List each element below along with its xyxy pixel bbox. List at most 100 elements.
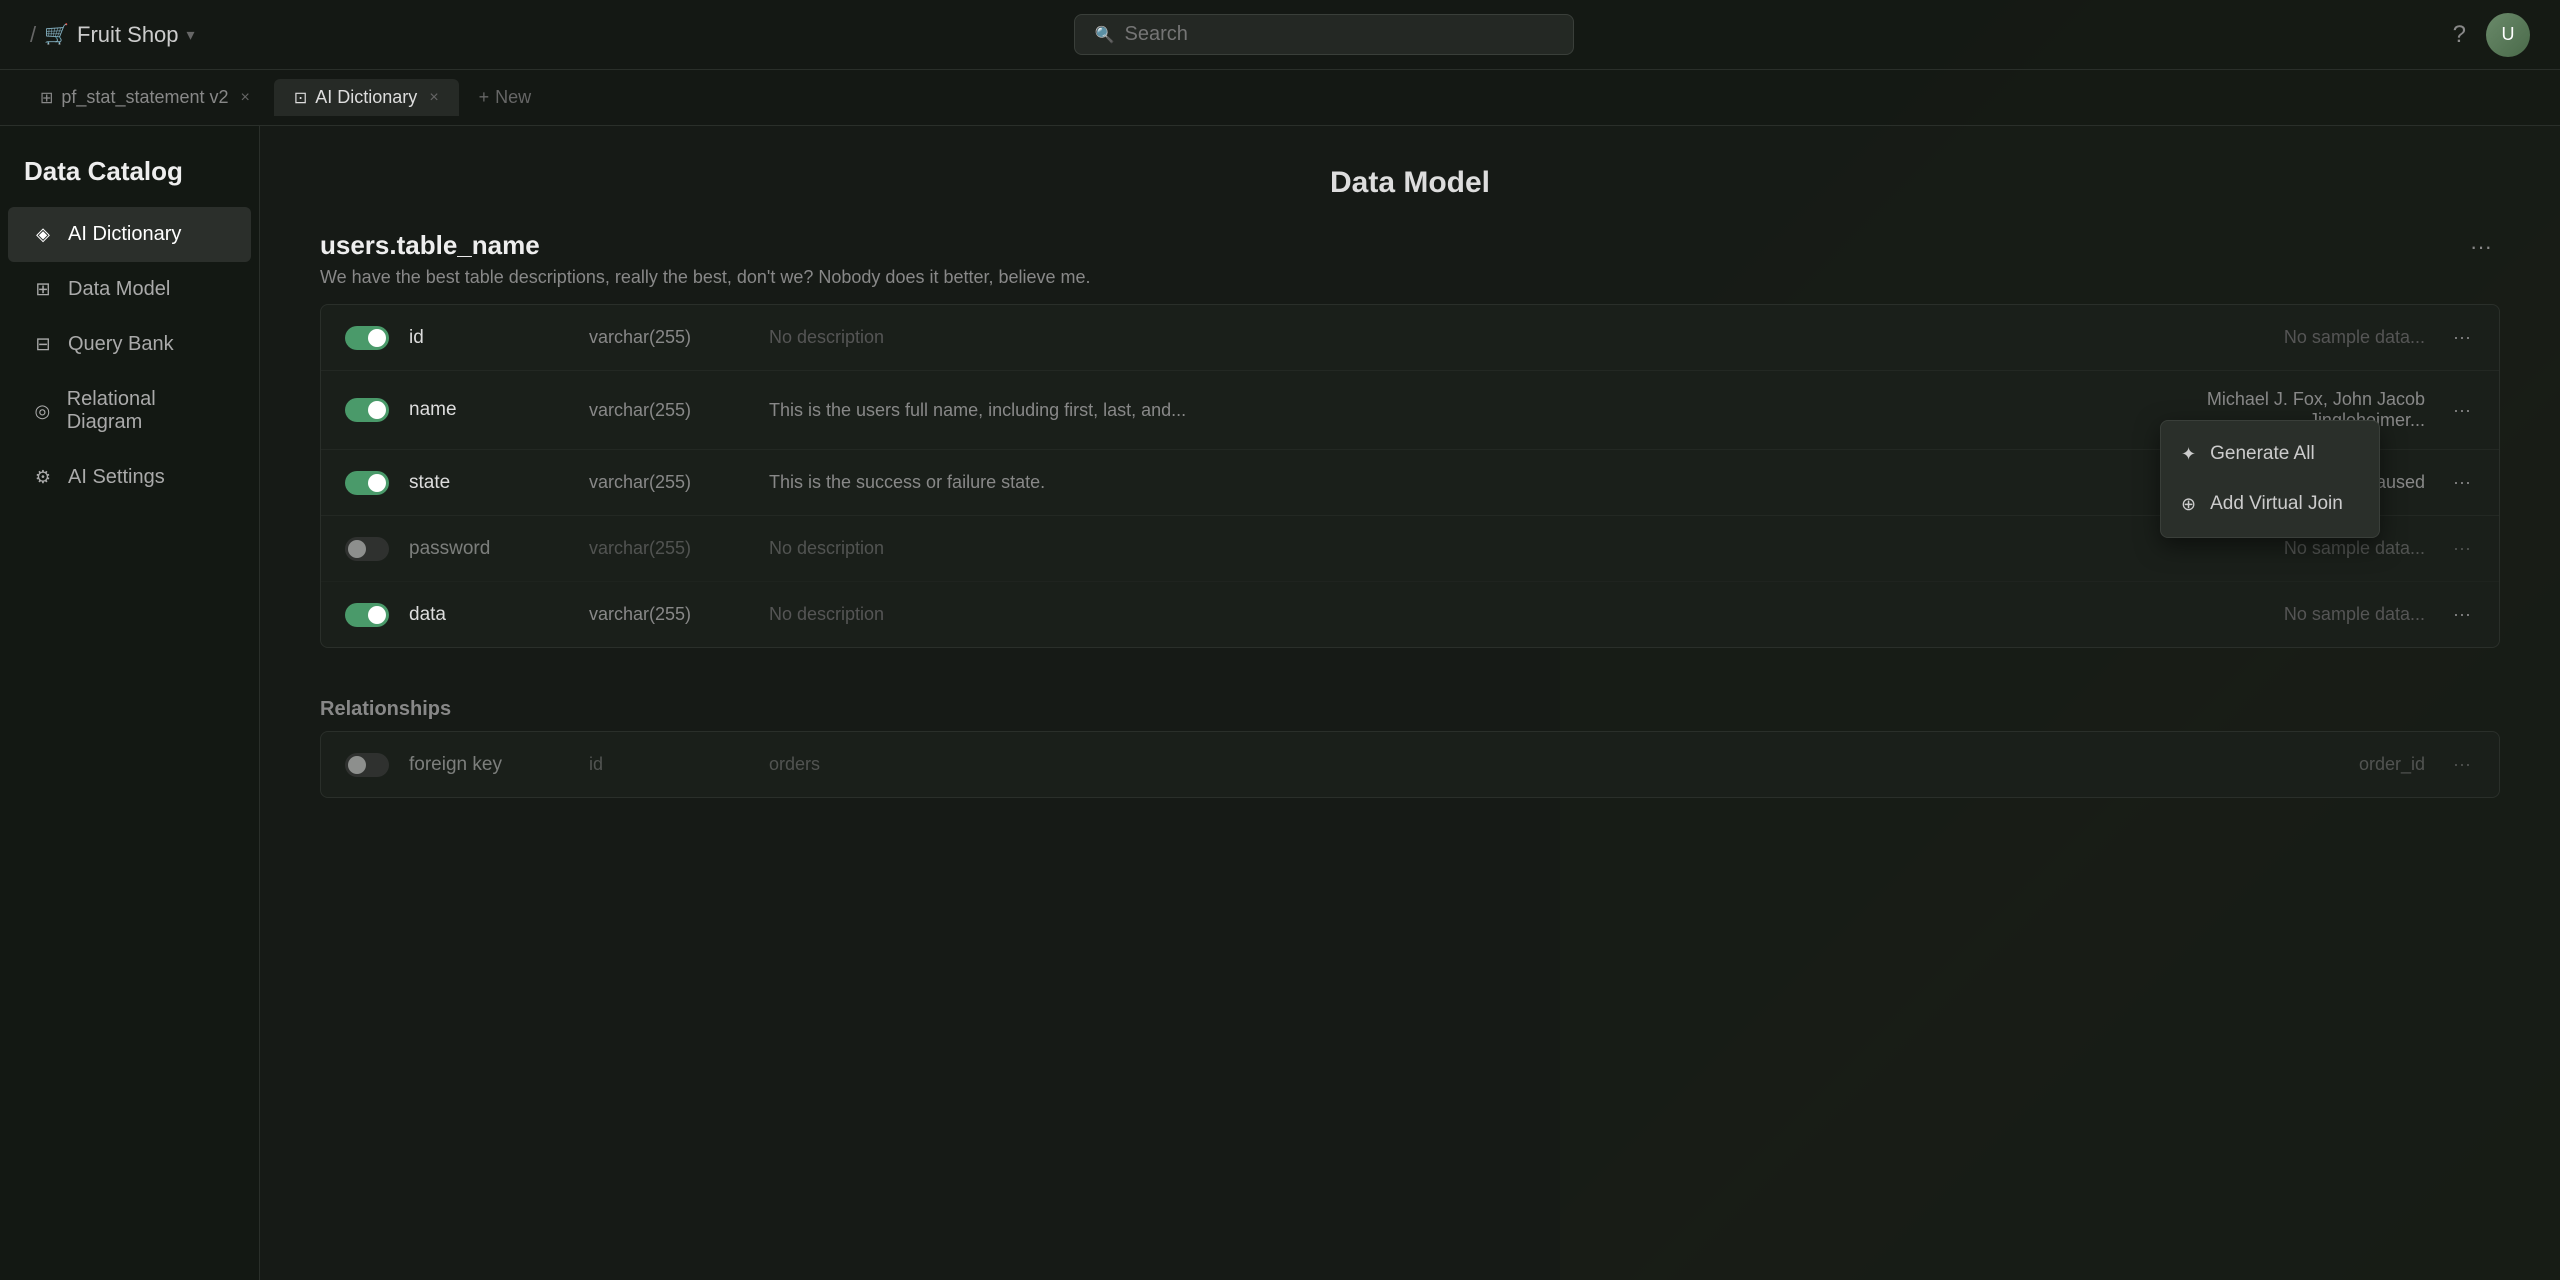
table-row: data varchar(255) No description No samp…: [321, 582, 2499, 647]
sidebar-item-data-model[interactable]: ⊞ Data Model: [8, 262, 251, 317]
col-desc-foreign-key: orders: [769, 754, 2105, 775]
ai-settings-icon: ⚙: [32, 467, 54, 488]
dropdown-label-generate-all: Generate All: [2210, 443, 2315, 465]
search-bar[interactable]: 🔍: [1074, 14, 1574, 55]
toggle-data[interactable]: [345, 603, 389, 627]
ai-dictionary-icon: ◈: [32, 224, 54, 245]
sidebar-label-relational-diagram: Relational Diagram: [67, 388, 227, 434]
tab-icon-ai-dictionary: ⊡: [294, 88, 307, 108]
col-name-id: id: [409, 327, 569, 349]
row-more-button-password[interactable]: ···: [2445, 534, 2479, 563]
col-desc-data: No description: [769, 604, 2105, 625]
workspace-selector[interactable]: 🛒 Fruit Shop ▾: [44, 22, 194, 48]
col-more-name[interactable]: ···: [2445, 396, 2475, 425]
sidebar: Data Catalog ◈ AI Dictionary ⊞ Data Mode…: [0, 126, 260, 1280]
relationships-section: Relationships foreign key id orders orde…: [320, 678, 2500, 798]
row-more-button-foreign-key[interactable]: ···: [2445, 750, 2479, 779]
tab-new-icon: +: [479, 87, 490, 108]
dropdown-item-add-virtual-join[interactable]: ⊕ Add Virtual Join: [2161, 479, 2379, 529]
toggle-state[interactable]: [345, 471, 389, 495]
sidebar-item-relational-diagram[interactable]: ◎ Relational Diagram: [8, 372, 251, 450]
relationships-table: foreign key id orders order_id ···: [320, 731, 2500, 798]
main-content: Data Model users.table_name We have the …: [260, 126, 2560, 1280]
col-more-foreign-key[interactable]: ···: [2445, 750, 2475, 779]
relational-diagram-icon: ◎: [32, 401, 53, 422]
topbar: / 🛒 Fruit Shop ▾ 🔍 ? U: [0, 0, 2560, 70]
col-name-foreign-key: foreign key: [409, 754, 569, 776]
table-row: id varchar(255) No description No sample…: [321, 305, 2499, 371]
tab-ai-dictionary[interactable]: ⊡ AI Dictionary ×: [274, 79, 459, 116]
col-sample-id: No sample data...: [2125, 327, 2425, 348]
sidebar-title: Data Catalog: [0, 146, 259, 207]
col-type-foreign-key: id: [589, 754, 749, 775]
generate-all-icon: ✦: [2181, 444, 2196, 465]
avatar[interactable]: U: [2486, 13, 2530, 57]
toggle-knob-name: [368, 401, 386, 419]
sidebar-item-ai-dictionary[interactable]: ◈ AI Dictionary: [8, 207, 251, 262]
toggle-foreign-key[interactable]: [345, 753, 389, 777]
breadcrumb-slash: /: [30, 22, 36, 48]
col-desc-password: No description: [769, 538, 2105, 559]
tab-close-ai-dictionary[interactable]: ×: [429, 89, 438, 107]
table-header: users.table_name We have the best table …: [320, 230, 2500, 288]
page-title: Data Model: [320, 126, 2500, 230]
chevron-down-icon: ▾: [187, 25, 195, 45]
toggle-id[interactable]: [345, 326, 389, 350]
dropdown-label-add-virtual-join: Add Virtual Join: [2210, 493, 2343, 515]
workspace-name: Fruit Shop: [77, 22, 179, 48]
col-type-password: varchar(255): [589, 538, 749, 559]
dropdown-menu: ✦ Generate All ⊕ Add Virtual Join: [2160, 420, 2380, 538]
query-bank-icon: ⊟: [32, 334, 54, 355]
row-more-button-state[interactable]: ···: [2445, 468, 2479, 497]
tab-label-pf-stat: pf_stat_statement v2: [61, 87, 228, 108]
dropdown-item-generate-all[interactable]: ✦ Generate All: [2161, 429, 2379, 479]
row-more-button-data[interactable]: ···: [2445, 600, 2479, 629]
row-more-button-name[interactable]: ···: [2445, 396, 2479, 425]
sidebar-label-query-bank: Query Bank: [68, 333, 174, 356]
sidebar-label-ai-settings: AI Settings: [68, 466, 165, 489]
table-description: We have the best table descriptions, rea…: [320, 267, 1091, 288]
main-layout: Data Catalog ◈ AI Dictionary ⊞ Data Mode…: [0, 126, 2560, 1280]
tab-icon-pf-stat: ⊞: [40, 88, 53, 108]
table-more-button[interactable]: ···: [2462, 230, 2500, 264]
add-virtual-join-icon: ⊕: [2181, 494, 2196, 515]
search-icon: 🔍: [1095, 25, 1115, 45]
table-info: users.table_name We have the best table …: [320, 230, 1091, 288]
sidebar-item-ai-settings[interactable]: ⚙ AI Settings: [8, 450, 251, 505]
toggle-knob-id: [368, 329, 386, 347]
toggle-password[interactable]: [345, 537, 389, 561]
toggle-knob-data: [368, 606, 386, 624]
col-sample-password: No sample data...: [2125, 538, 2425, 559]
tab-close-pf-stat[interactable]: ×: [241, 89, 250, 107]
col-name-data: data: [409, 604, 569, 626]
sidebar-label-data-model: Data Model: [68, 278, 170, 301]
tabbar: ⊞ pf_stat_statement v2 × ⊡ AI Dictionary…: [0, 70, 2560, 126]
tab-new[interactable]: + New: [463, 79, 548, 116]
help-icon[interactable]: ?: [2453, 21, 2466, 49]
data-model-icon: ⊞: [32, 279, 54, 300]
col-more-password[interactable]: ···: [2445, 534, 2475, 563]
col-desc-name: This is the users full name, including f…: [769, 400, 2105, 421]
col-more-data[interactable]: ···: [2445, 600, 2475, 629]
shop-icon: 🛒: [44, 22, 69, 47]
col-desc-state: This is the success or failure state.: [769, 472, 2105, 493]
toggle-name[interactable]: [345, 398, 389, 422]
col-name-name: name: [409, 399, 569, 421]
toggle-knob-state: [368, 474, 386, 492]
tab-pf-stat[interactable]: ⊞ pf_stat_statement v2 ×: [20, 79, 270, 116]
search-input[interactable]: [1125, 23, 1553, 46]
col-more-id[interactable]: ···: [2445, 323, 2475, 352]
col-type-id: varchar(255): [589, 327, 749, 348]
sidebar-label-ai-dictionary: AI Dictionary: [68, 223, 181, 246]
tab-new-label: New: [495, 87, 531, 108]
col-name-password: password: [409, 538, 569, 560]
col-sample-data: No sample data...: [2125, 604, 2425, 625]
topbar-actions: ? U: [2453, 13, 2530, 57]
col-more-state[interactable]: ···: [2445, 468, 2475, 497]
toggle-knob-foreign-key: [348, 756, 366, 774]
toggle-knob-password: [348, 540, 366, 558]
sidebar-item-query-bank[interactable]: ⊟ Query Bank: [8, 317, 251, 372]
relationships-label: Relationships: [320, 678, 2500, 731]
row-more-button-id[interactable]: ···: [2445, 323, 2479, 352]
col-sample-foreign-key: order_id: [2125, 754, 2425, 775]
